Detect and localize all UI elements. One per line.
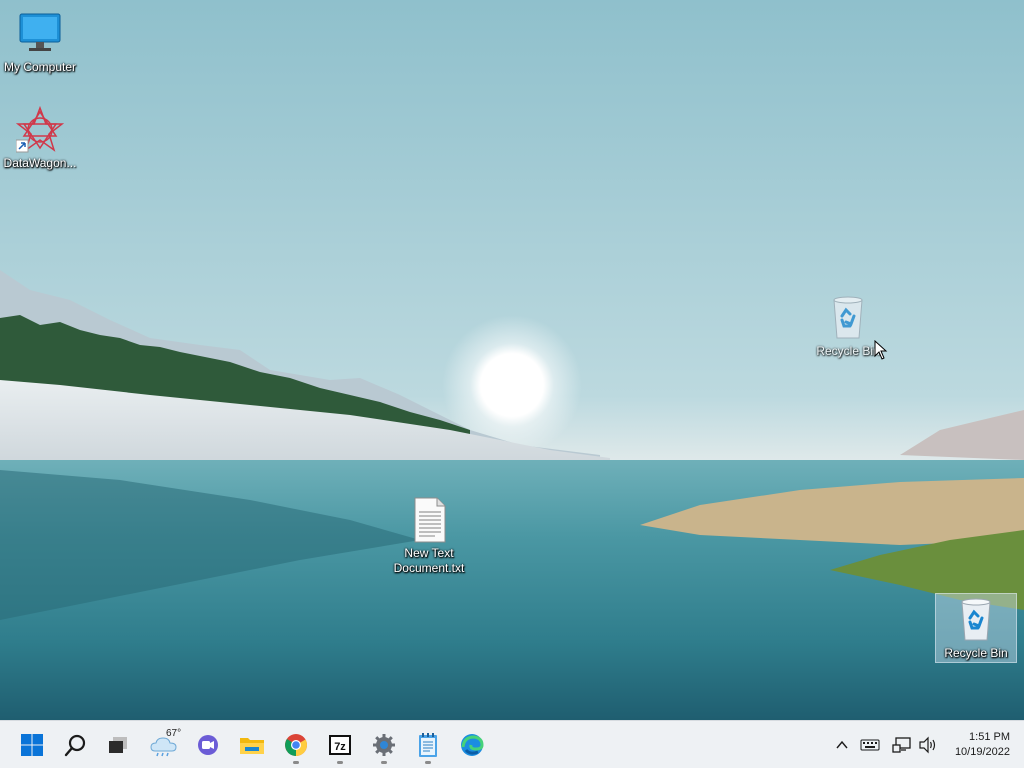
text-document-icon [405, 496, 453, 544]
clock[interactable]: 1:51 PM 10/19/2022 [940, 730, 1010, 760]
task-view-button[interactable] [98, 725, 138, 765]
show-hidden-icons-button[interactable] [832, 735, 852, 755]
svg-text:7z: 7z [334, 741, 346, 753]
monitor-icon [16, 10, 64, 58]
network-button[interactable] [892, 735, 912, 755]
desktop[interactable]: My Computer DataWagon... Recycle Bin New… [0, 0, 1024, 720]
desktop-icon-label: Recycle Bin [816, 344, 880, 358]
input-indicator-button[interactable] [860, 735, 880, 755]
clock-time: 1:51 PM [969, 731, 1010, 743]
volume-icon [919, 736, 936, 754]
edge-icon [461, 734, 484, 756]
desktop-icon-label: My Computer [3, 60, 77, 74]
task-view-icon [109, 737, 127, 753]
keyboard-icon [860, 739, 880, 751]
settings-button[interactable] [364, 725, 404, 765]
chrome-button[interactable] [276, 725, 316, 765]
desktop-icon-datawagon[interactable]: DataWagon... [0, 105, 80, 171]
chevron-up-icon [836, 740, 848, 749]
chrome-icon [285, 734, 307, 756]
wallpaper [0, 0, 1024, 720]
file-explorer-icon [240, 738, 264, 754]
notepad-button[interactable] [408, 725, 448, 765]
running-indicator [293, 761, 299, 764]
desktop-icon-my-computer[interactable]: My Computer [0, 10, 80, 75]
search-button[interactable] [56, 725, 96, 765]
recycle-bin-icon [824, 294, 872, 342]
file-explorer-button[interactable] [232, 725, 272, 765]
desktop-icon-label: New Text Document.txt [393, 546, 465, 575]
start-button[interactable] [12, 725, 52, 765]
taskbar: 7z 1:51 PM 10/19/2022 [0, 720, 1024, 768]
desktop-icon-new-text-document[interactable]: New Text Document.txt [389, 496, 469, 576]
weather-temperature: 67° [166, 728, 182, 739]
chat-icon [198, 735, 218, 755]
running-indicator [425, 761, 431, 764]
running-indicator [381, 761, 387, 764]
desktop-icon-label: DataWagon... [3, 156, 77, 170]
desktop-icon-label: Recycle Bin [944, 646, 1008, 660]
recycle-bin-icon [952, 596, 1000, 644]
network-icon [892, 737, 911, 753]
notepad-icon [419, 733, 437, 757]
7zip-button[interactable]: 7z [320, 725, 360, 765]
desktop-icon-recycle-bin[interactable]: Recycle Bin [935, 593, 1017, 663]
volume-button[interactable] [918, 735, 938, 755]
clock-date: 10/19/2022 [954, 746, 1010, 758]
edge-button[interactable] [452, 725, 492, 765]
7zip-icon: 7z [329, 735, 351, 755]
settings-icon [373, 734, 395, 756]
chat-button[interactable] [188, 725, 228, 765]
search-icon [64, 734, 86, 757]
mouse-cursor-icon [874, 340, 888, 360]
datawagon-shortcut-icon [15, 105, 65, 154]
running-indicator [337, 761, 343, 764]
windows-start-icon [21, 734, 43, 756]
